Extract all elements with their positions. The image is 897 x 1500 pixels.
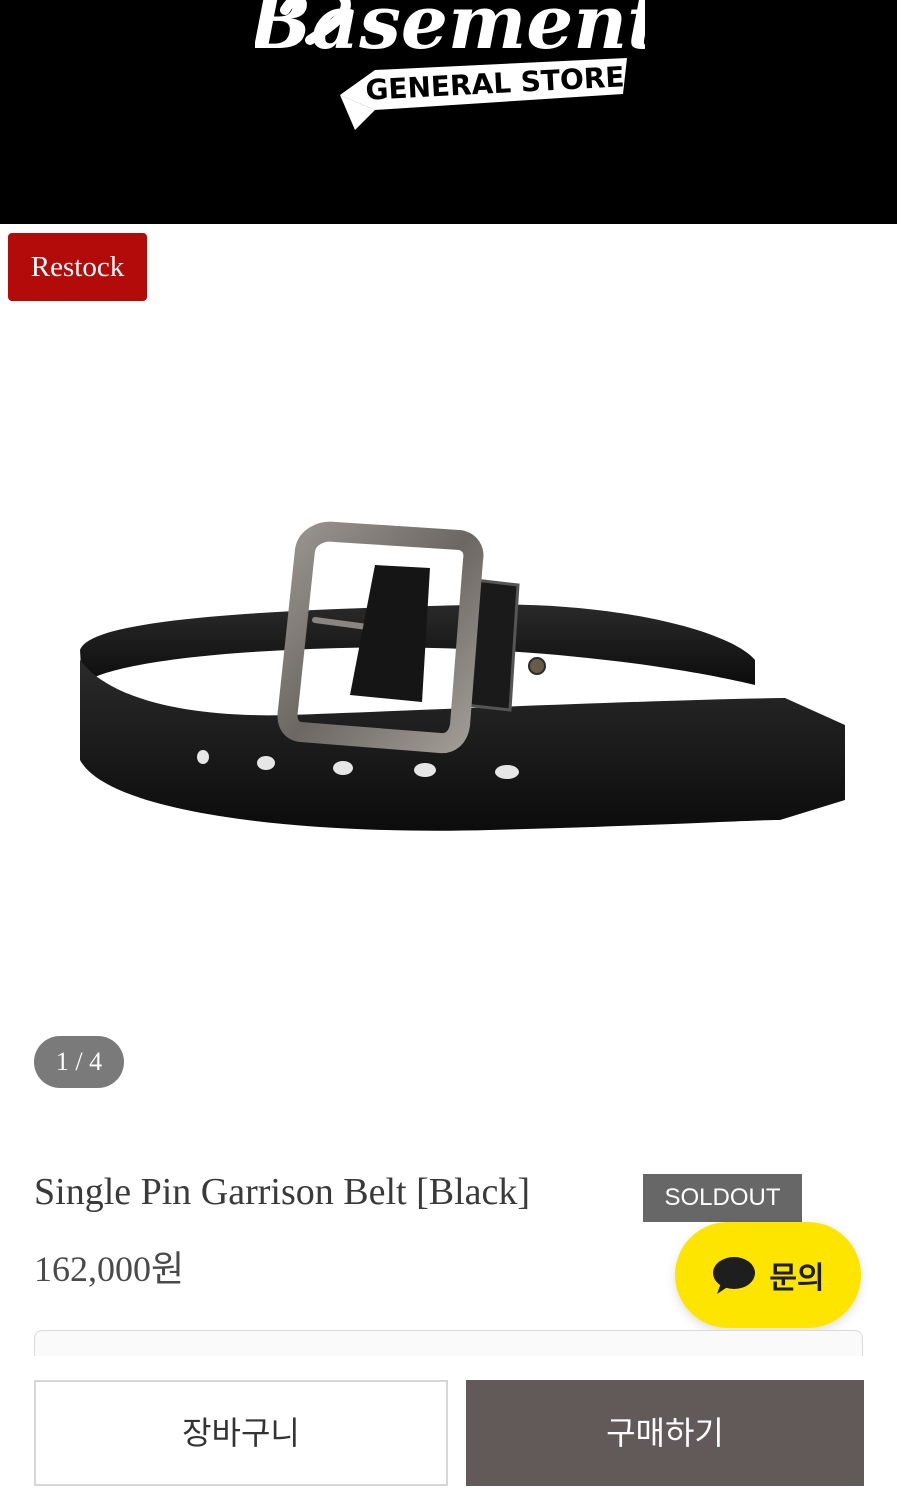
product-price: 162,000원 [34, 1249, 185, 1289]
restock-badge: Restock [8, 233, 147, 301]
product-image[interactable] [50, 470, 890, 870]
kakao-inquiry-button[interactable]: 문의 [675, 1222, 861, 1328]
chat-bubble-icon [713, 1257, 756, 1294]
image-counter: 1 / 4 [34, 1036, 124, 1088]
buy-now-button[interactable]: 구매하기 [466, 1380, 864, 1486]
soldout-badge: SOLDOUT [643, 1174, 802, 1222]
product-title: Single Pin Garrison Belt [Black] [34, 1171, 531, 1213]
store-logo[interactable]: Basement GENERAL STORE [255, 0, 645, 160]
site-header: Basement GENERAL STORE [0, 0, 897, 224]
logo-main-text: Basement [255, 0, 645, 66]
inquiry-label: 문의 [769, 1261, 825, 1296]
logo-sub-text: GENERAL STORE [365, 60, 626, 107]
bottom-action-bar: 장바구니 구매하기 [0, 1356, 897, 1500]
add-to-cart-button[interactable]: 장바구니 [34, 1380, 448, 1486]
